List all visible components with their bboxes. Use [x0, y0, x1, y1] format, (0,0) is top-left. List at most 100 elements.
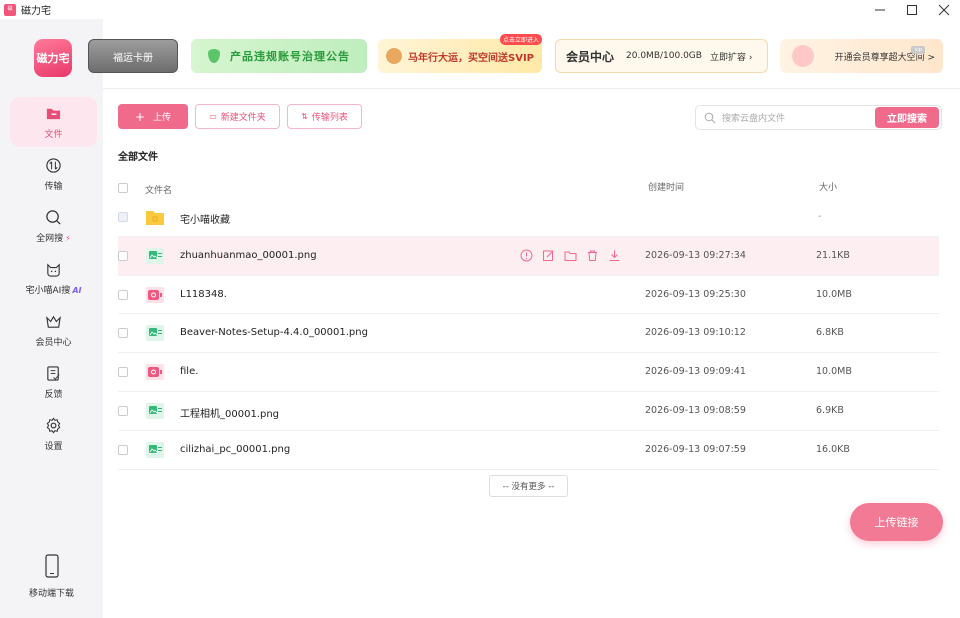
mobile-download[interactable]: 移动端下载	[0, 554, 103, 599]
row-checkbox[interactable]	[118, 250, 128, 261]
sidebar-item-web-search[interactable]: 全网搜 ⚡	[10, 201, 97, 251]
file-name[interactable]: file.	[180, 366, 198, 377]
image-file-icon	[146, 402, 164, 419]
app-icon: 磁	[4, 3, 16, 16]
search-input[interactable]: 搜索云盘内文件	[722, 111, 875, 124]
expand-link[interactable]: 立即扩容 ›	[710, 50, 752, 63]
window-controls	[864, 0, 960, 19]
row-checkbox[interactable]	[118, 328, 128, 339]
banner-row: 福运卡册 产品违规账号治理公告 马年行大运，买空间送SVIP 点击立即进入 会员…	[88, 34, 960, 77]
window-title: 磁力宅	[21, 6, 51, 17]
image-file-icon	[146, 325, 164, 342]
new-folder-label: 新建文件夹	[220, 113, 266, 123]
mobile-download-label: 移动端下载	[28, 589, 74, 599]
notice-banner[interactable]: 产品违规账号治理公告	[191, 39, 367, 73]
vip-center-label: 会员中心	[566, 49, 615, 64]
sidebar-item-ai-search[interactable]: 宅小喵AI搜 AI	[10, 253, 97, 303]
search-icon	[704, 112, 716, 123]
download-icon[interactable]	[608, 249, 621, 262]
table-row[interactable]: zhuanhuanmao_00001.png 2026-09-13 09:27:…	[118, 236, 939, 276]
file-size: 10.0MB	[816, 288, 852, 300]
row-actions	[520, 249, 621, 262]
main-content: 福运卡册 产品违规账号治理公告 马年行大运，买空间送SVIP 点击立即进入 会员…	[88, 19, 960, 618]
upload-link-button[interactable]: 上传链接	[850, 503, 943, 541]
file-name[interactable]: 宅小喵收藏	[180, 211, 230, 226]
row-checkbox[interactable]	[118, 289, 128, 300]
gear-icon	[46, 417, 61, 433]
file-name[interactable]: zhuanhuanmao_00001.png	[180, 250, 317, 261]
search-box: 搜索云盘内文件 立即搜索	[695, 105, 942, 130]
capacity-text: 20.0MB/100.0GB	[626, 51, 702, 61]
sidebar-item-label: 设置	[44, 441, 63, 452]
notice-text: 产品违规账号治理公告	[230, 50, 350, 63]
row-checkbox[interactable]	[118, 212, 128, 222]
upload-label: 上传	[153, 113, 172, 123]
promo-tag: 点击立即进入	[499, 34, 542, 45]
sidebar-item-transfer[interactable]: 传输	[10, 149, 97, 199]
vip-tag: vip	[911, 46, 925, 54]
table-row[interactable]: 工程相机_00001.png 2026-09-13 09:08:59 6.9KB	[118, 392, 939, 431]
plus-icon: +	[134, 109, 146, 124]
vip-capacity-banner[interactable]: 会员中心 20.0MB/100.0GB 立即扩容 ›	[555, 39, 768, 73]
move-folder-icon[interactable]	[564, 249, 577, 262]
search-button[interactable]: 立即搜索	[875, 107, 939, 128]
folder-icon	[146, 211, 164, 225]
sidebar-item-label: 全网搜 ⚡	[36, 233, 71, 244]
file-size: 16.0KB	[816, 443, 850, 455]
title-bar: 磁 磁力宅	[0, 0, 960, 19]
header-name[interactable]: 文件名	[145, 183, 172, 196]
maximize-button[interactable]	[896, 0, 928, 19]
table-row[interactable]: cilizhai_pc_00001.png 2026-09-13 09:07:5…	[118, 431, 939, 470]
image-file-icon	[146, 247, 164, 264]
table-row[interactable]: Beaver-Notes-Setup-4.4.0_00001.png 2026-…	[118, 314, 939, 354]
transfer-list-button[interactable]: ⇅ 传输列表	[287, 104, 362, 129]
transfer-icon: ⇅	[301, 112, 308, 121]
sidebar-item-settings[interactable]: 设置	[10, 409, 97, 459]
row-checkbox[interactable]	[118, 444, 128, 455]
sidebar-item-vip-center[interactable]: 会员中心	[10, 305, 97, 355]
upload-button[interactable]: + 上传	[118, 104, 188, 129]
info-icon[interactable]	[520, 249, 533, 262]
delete-icon[interactable]	[586, 249, 599, 262]
file-list: 宅小喵收藏 - zhuanhuanmao_00001.png 2026-09-1…	[118, 198, 939, 470]
promo-banner[interactable]: 马年行大运，买空间送SVIP 点击立即进入	[378, 34, 542, 73]
search-icon	[46, 209, 61, 225]
new-folder-button[interactable]: ▭ 新建文件夹	[195, 104, 280, 129]
file-time: 2026-09-13 09:07:59	[645, 443, 746, 455]
file-time: 2026-09-13 09:27:34	[645, 249, 746, 261]
sidebar-item-label: 文件	[44, 129, 63, 140]
table-row[interactable]: file. 2026-09-13 09:09:41 10.0MB	[118, 353, 939, 392]
edit-icon[interactable]	[542, 249, 555, 262]
page-title: 全部文件	[118, 152, 158, 163]
transfer-list-label: 传输列表	[311, 113, 348, 123]
app-logo[interactable]: 磁力宅	[34, 39, 72, 77]
crown-icon	[46, 315, 61, 328]
header-size[interactable]: 大小	[819, 180, 837, 193]
close-button[interactable]	[928, 0, 960, 19]
folder-icon: ▭	[209, 112, 217, 121]
fortune-card-banner[interactable]: 福运卡册	[88, 39, 178, 73]
phone-icon	[44, 554, 59, 578]
sidebar-item-feedback[interactable]: 反馈	[10, 357, 97, 407]
horse-icon	[386, 48, 402, 64]
table-row[interactable]: L118348. 2026-09-13 09:25:30 10.0MB	[118, 276, 939, 315]
row-checkbox[interactable]	[118, 367, 128, 378]
header-time[interactable]: 创建时间	[648, 180, 684, 193]
sidebar-item-label: 会员中心	[35, 337, 72, 348]
sidebar-item-files[interactable]: 文件	[10, 97, 97, 147]
row-checkbox[interactable]	[118, 405, 128, 416]
file-icon	[46, 108, 61, 119]
app-frame: 磁力宅 文件 传输 全网搜 ⚡ 宅小喵AI搜 AI 会员中心 反馈 设置 移动端…	[0, 19, 960, 618]
file-name[interactable]: L118348.	[180, 289, 227, 300]
select-all-checkbox[interactable]	[118, 183, 128, 193]
file-name[interactable]: cilizhai_pc_00001.png	[180, 444, 290, 455]
table-row[interactable]: 宅小喵收藏 -	[118, 198, 939, 237]
transfer-icon	[46, 157, 61, 173]
minimize-button[interactable]	[864, 0, 896, 19]
bolt-icon: ⚡	[65, 233, 71, 243]
image-file-icon	[146, 441, 164, 458]
file-name[interactable]: 工程相机_00001.png	[180, 405, 279, 420]
file-time: 2026-09-13 09:10:12	[645, 327, 746, 339]
file-name[interactable]: Beaver-Notes-Setup-4.4.0_00001.png	[180, 327, 368, 338]
open-vip-banner[interactable]: vip 开通会员尊享超大空间 >	[780, 39, 943, 73]
